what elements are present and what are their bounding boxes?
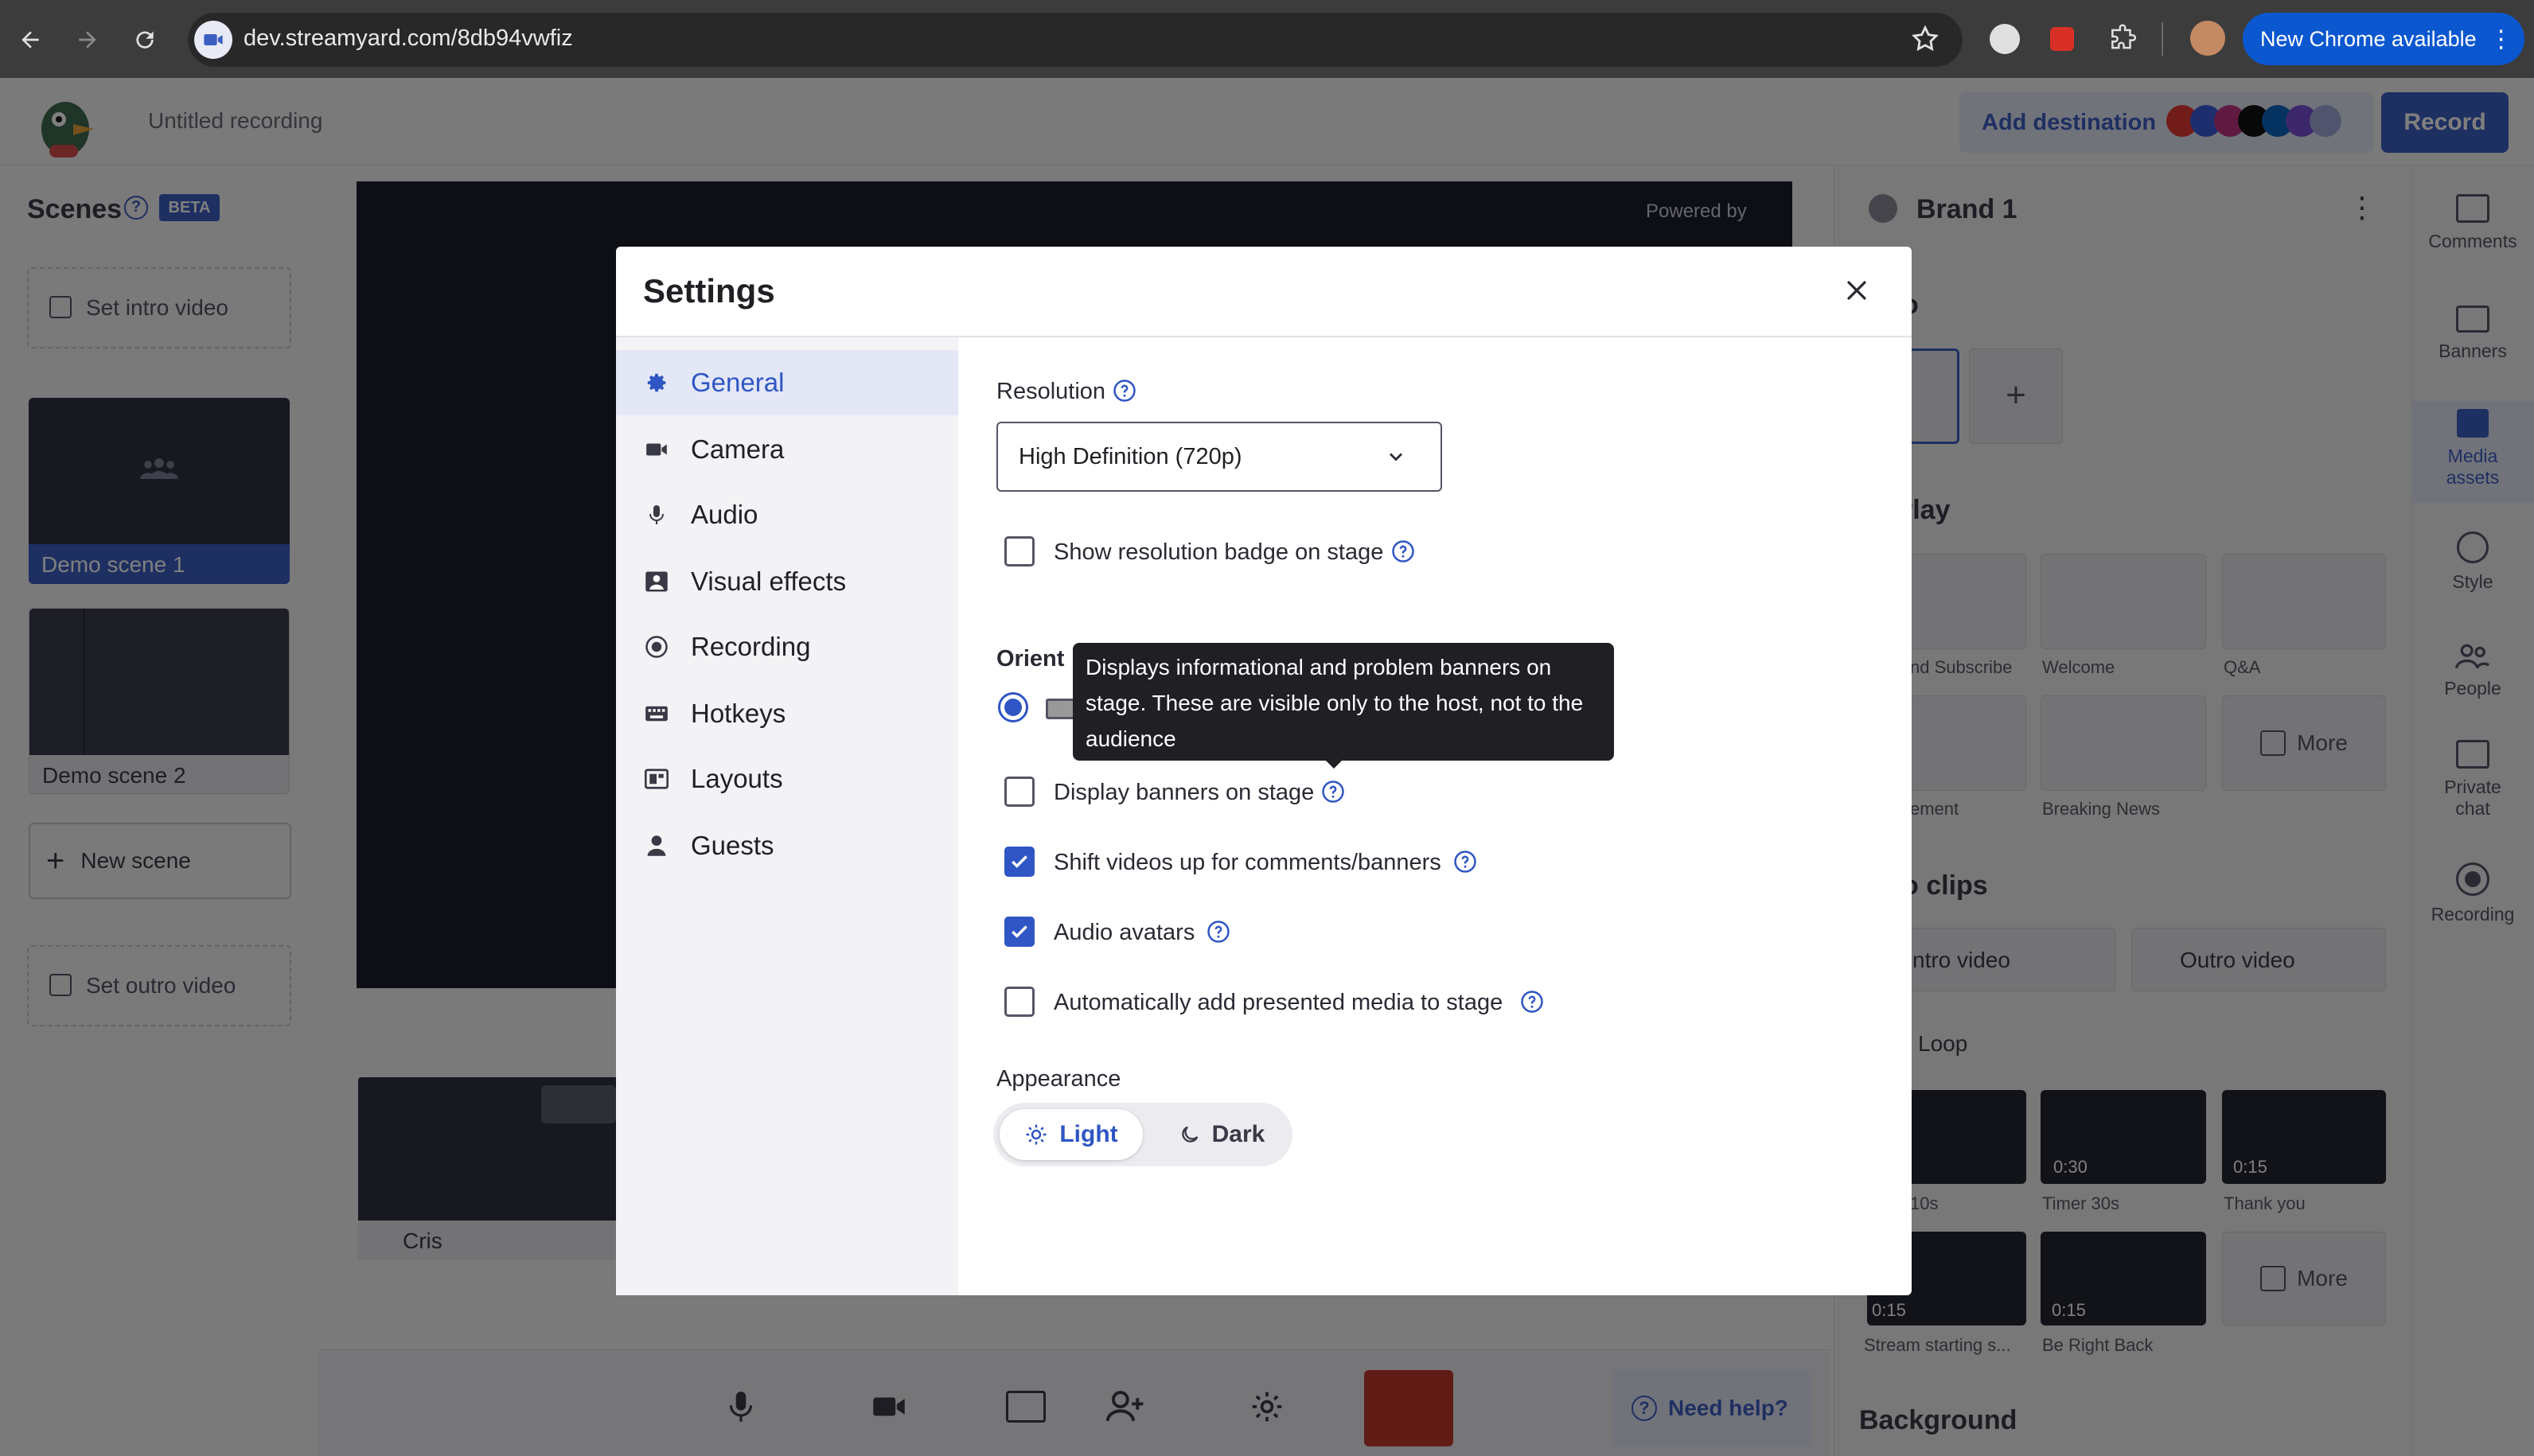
check-icon [1012, 925, 1027, 938]
keyboard-icon [643, 700, 670, 727]
settings-nav-recording[interactable]: Recording [616, 614, 958, 679]
chrome-update-button[interactable]: New Chrome available ⋮ [2243, 13, 2524, 65]
nav-label: Hotkeys [691, 699, 786, 728]
kebab-menu-icon: ⋮ [2489, 25, 2513, 53]
help-circle-icon[interactable] [1391, 539, 1415, 563]
nav-label: Visual effects [691, 566, 847, 596]
visual-effects-icon [643, 568, 670, 595]
help-circle-icon[interactable] [1520, 990, 1544, 1014]
tooltip: Displays informational and problem banne… [1073, 643, 1614, 761]
nav-label: Recording [691, 632, 811, 661]
chevron-down-icon [1385, 446, 1407, 468]
settings-nav-general[interactable]: General [616, 350, 958, 415]
tooltip-arrow [1324, 759, 1343, 769]
dark-mode-button[interactable]: Dark [1154, 1109, 1289, 1160]
resolution-label: Resolution [996, 379, 1106, 404]
chrome-update-label: New Chrome available [2260, 26, 2477, 51]
help-circle-icon[interactable] [1321, 780, 1345, 804]
forward-icon[interactable] [67, 19, 108, 60]
dark-label: Dark [1211, 1121, 1265, 1147]
url-text: dev.streamyard.com/8db94vwfiz [244, 25, 573, 51]
extension-icon[interactable] [1990, 24, 2020, 54]
audio-avatars-checkbox[interactable] [1004, 917, 1035, 947]
help-circle-icon[interactable] [1113, 379, 1136, 403]
toolbar-divider [2162, 22, 2163, 56]
help-circle-icon[interactable] [1207, 920, 1230, 944]
nav-label: Audio [691, 500, 758, 529]
puzzle-icon[interactable] [2107, 24, 2138, 54]
record-icon [643, 633, 670, 660]
nav-label: Guests [691, 831, 774, 860]
auto-add-media-checkbox[interactable] [1004, 987, 1035, 1017]
settings-nav-visual-effects[interactable]: Visual effects [616, 549, 958, 614]
light-label: Light [1059, 1121, 1118, 1147]
back-icon[interactable] [10, 19, 51, 60]
resolution-value: High Definition (720p) [1019, 443, 1242, 469]
site-info-icon[interactable] [194, 21, 232, 59]
option-label: Audio avatars [1054, 920, 1195, 945]
gear-icon [643, 369, 670, 396]
option-label: Show resolution badge on stage [1054, 539, 1384, 565]
moon-icon [1181, 1126, 1199, 1143]
sun-icon [1026, 1124, 1047, 1145]
option-label: Automatically add presented media to sta… [1054, 990, 1503, 1015]
option-label: Display banners on stage [1054, 780, 1315, 805]
help-circle-icon[interactable] [1453, 850, 1477, 874]
record-extension-icon[interactable] [2050, 27, 2074, 51]
resolution-badge-checkbox[interactable] [1004, 536, 1035, 566]
appearance-label: Appearance [996, 1066, 1121, 1092]
settings-nav-hotkeys[interactable]: Hotkeys [616, 681, 958, 746]
option-label: Shift videos up for comments/banners [1054, 850, 1441, 875]
check-icon [1012, 855, 1027, 868]
microphone-icon [643, 501, 670, 528]
layouts-icon [643, 765, 670, 792]
nav-label: Layouts [691, 764, 783, 793]
resolution-select[interactable]: High Definition (720p) [996, 422, 1442, 492]
orientation-label: Orient [996, 646, 1065, 672]
landscape-radio[interactable] [998, 692, 1028, 722]
light-mode-button[interactable]: Light [1000, 1109, 1143, 1160]
shift-videos-checkbox[interactable] [1004, 847, 1035, 877]
camera-icon [643, 436, 670, 463]
display-banners-checkbox[interactable] [1004, 777, 1035, 807]
person-icon [643, 832, 670, 859]
settings-nav-guests[interactable]: Guests [616, 813, 958, 878]
bookmark-star-icon[interactable] [1910, 24, 1940, 54]
nav-label: Camera [691, 434, 785, 464]
reload-icon[interactable] [124, 19, 166, 60]
settings-nav-audio[interactable]: Audio [616, 482, 958, 547]
settings-nav-camera[interactable]: Camera [616, 417, 958, 482]
nav-label: General [691, 368, 785, 397]
profile-avatar[interactable] [2190, 21, 2225, 56]
modal-title: Settings [643, 272, 775, 309]
settings-nav-layouts[interactable]: Layouts [616, 746, 958, 812]
close-icon[interactable] [1838, 272, 1875, 309]
